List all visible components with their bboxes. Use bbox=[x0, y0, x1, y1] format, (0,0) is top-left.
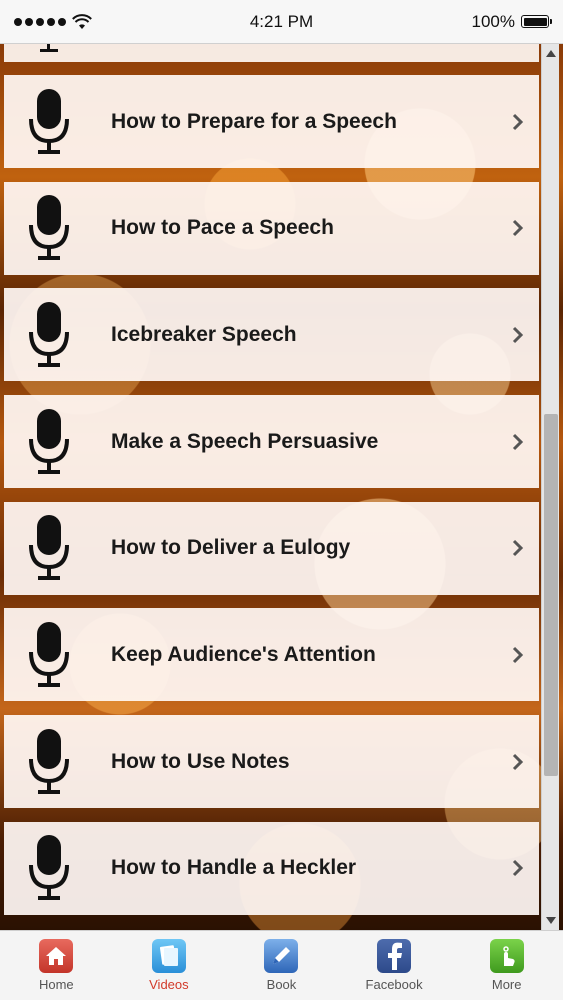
scrollbar[interactable] bbox=[541, 44, 559, 930]
microphone-icon bbox=[29, 195, 69, 261]
chevron-right-icon bbox=[512, 860, 524, 877]
list-item[interactable]: Make a Speech Persuasive bbox=[4, 395, 539, 489]
partial-list-item[interactable] bbox=[4, 44, 539, 62]
list-item[interactable]: Keep Audience's Attention bbox=[4, 608, 539, 702]
list-item[interactable]: How to Pace a Speech bbox=[4, 181, 539, 275]
list-item[interactable]: How to Handle a Heckler bbox=[4, 821, 539, 915]
microphone-icon bbox=[29, 621, 69, 687]
tab-label: Facebook bbox=[365, 977, 423, 992]
list-item[interactable]: How to Prepare for a Speech bbox=[4, 75, 539, 168]
list-item-label: How to Deliver a Eulogy bbox=[111, 536, 351, 560]
list-item[interactable]: Icebreaker Speech bbox=[4, 288, 539, 382]
tab-home[interactable]: Home bbox=[6, 939, 106, 992]
chevron-right-icon bbox=[512, 433, 524, 450]
scroll-up-arrow-icon[interactable] bbox=[546, 50, 556, 57]
book-icon bbox=[264, 939, 299, 973]
list-item-label: Make a Speech Persuasive bbox=[111, 429, 379, 453]
list-item-label: Icebreaker Speech bbox=[111, 322, 297, 346]
tab-videos[interactable]: Videos bbox=[119, 939, 219, 992]
chevron-right-icon bbox=[512, 646, 524, 663]
microphone-icon bbox=[29, 408, 69, 474]
videos-icon bbox=[151, 939, 186, 973]
chevron-right-icon bbox=[512, 753, 524, 770]
content-area[interactable]: How to Prepare for a Speech How to Pace … bbox=[0, 44, 563, 930]
chevron-right-icon bbox=[512, 113, 524, 130]
tab-label: Videos bbox=[149, 977, 189, 992]
list-item[interactable]: How to Deliver a Eulogy bbox=[4, 501, 539, 595]
list-item-label: How to Use Notes bbox=[111, 749, 290, 773]
scroll-down-arrow-icon[interactable] bbox=[546, 917, 556, 924]
microphone-icon bbox=[29, 88, 69, 154]
status-left bbox=[14, 13, 92, 30]
wifi-icon bbox=[72, 13, 92, 29]
tab-more[interactable]: More bbox=[457, 939, 557, 992]
tab-facebook[interactable]: Facebook bbox=[344, 939, 444, 992]
battery-percent: 100% bbox=[471, 11, 515, 31]
tab-label: Book bbox=[266, 977, 297, 992]
facebook-icon bbox=[377, 939, 412, 973]
microphone-icon bbox=[29, 301, 69, 367]
scroll-thumb[interactable] bbox=[544, 414, 558, 776]
microphone-icon bbox=[29, 728, 69, 794]
more-icon bbox=[489, 939, 524, 973]
list-item[interactable]: How to Use Notes bbox=[4, 715, 539, 809]
tab-label: Home bbox=[38, 977, 74, 992]
list-item-label: How to Prepare for a Speech bbox=[111, 109, 397, 133]
chevron-right-icon bbox=[512, 326, 524, 343]
list-item-label: How to Pace a Speech bbox=[111, 216, 334, 240]
battery-icon bbox=[521, 15, 552, 28]
microphone-icon bbox=[29, 515, 69, 581]
chevron-right-icon bbox=[512, 220, 524, 237]
tab-book[interactable]: Book bbox=[231, 939, 331, 992]
chevron-right-icon bbox=[512, 540, 524, 557]
list-item-label: How to Handle a Heckler bbox=[111, 856, 357, 880]
list-item-label: Keep Audience's Attention bbox=[111, 642, 376, 666]
speech-topics-list: How to Prepare for a Speech How to Pace … bbox=[4, 75, 539, 929]
tab-label: More bbox=[491, 977, 522, 992]
status-right: 100% bbox=[471, 11, 552, 32]
tab-bar: Home Videos Book Facebook More bbox=[0, 930, 563, 1000]
signal-dots-icon bbox=[14, 17, 66, 26]
status-bar: 4:21 PM 100% bbox=[0, 0, 563, 44]
home-icon bbox=[39, 939, 74, 973]
microphone-icon bbox=[29, 835, 69, 901]
